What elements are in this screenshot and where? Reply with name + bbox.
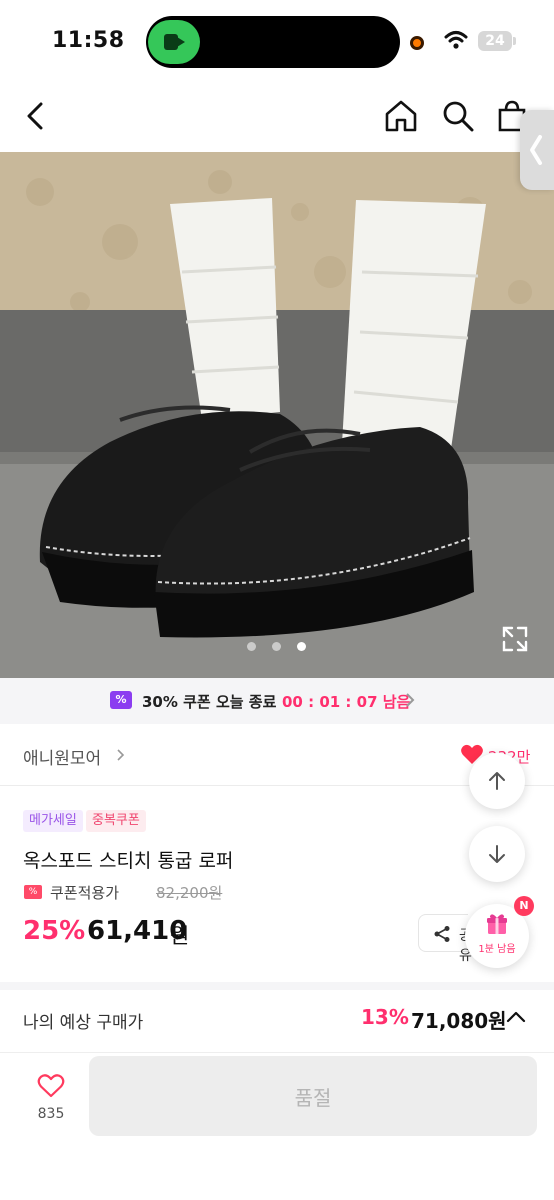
gift-icon bbox=[487, 914, 507, 934]
sale-price-unit: 원 bbox=[170, 924, 190, 948]
scroll-bottom-button[interactable] bbox=[469, 826, 525, 882]
coupon-price-label: 쿠폰적용가 bbox=[50, 884, 120, 902]
wifi-icon bbox=[444, 31, 468, 49]
gift-time-left: 1분 남음 bbox=[478, 944, 516, 955]
battery-icon: 24 bbox=[478, 31, 512, 51]
side-panel-handle[interactable] bbox=[520, 110, 554, 190]
wish-count: 835 bbox=[37, 1106, 65, 1122]
search-icon[interactable] bbox=[440, 98, 476, 134]
product-title: 옥스포드 스티치 통굽 로퍼 bbox=[23, 850, 234, 872]
store-name[interactable]: 애니원모어 bbox=[23, 744, 101, 769]
bottom-bar-separator bbox=[0, 1052, 554, 1053]
coupon-countdown: 00 : 01 : 07 남음 bbox=[282, 693, 411, 711]
coupon-ticket-icon: % bbox=[110, 691, 132, 709]
back-arrow-icon[interactable] bbox=[18, 98, 54, 134]
section-divider bbox=[0, 982, 554, 990]
original-price: 82,200원 bbox=[156, 884, 223, 902]
product-image[interactable] bbox=[0, 152, 554, 678]
new-badge: N bbox=[514, 896, 534, 916]
side-panel-handle-icon bbox=[530, 135, 542, 165]
chevron-right-icon bbox=[117, 749, 125, 761]
share-button[interactable]: 공유 bbox=[418, 914, 472, 964]
share-icon bbox=[434, 926, 450, 942]
gallery-dot[interactable] bbox=[272, 642, 281, 651]
chevron-right-icon bbox=[406, 693, 415, 707]
expand-icon[interactable] bbox=[500, 624, 530, 654]
discount-rate: 25% bbox=[23, 916, 86, 946]
expected-price: 71,080원 bbox=[411, 1009, 507, 1033]
expected-price-label: 나의 예상 구매가 bbox=[23, 1013, 144, 1033]
arrow-up-icon bbox=[489, 772, 505, 790]
duplicate-coupon-badge: 중복쿠폰 bbox=[86, 810, 146, 832]
gallery-pagination bbox=[247, 642, 307, 652]
mega-sale-badge: 메가세일 bbox=[23, 810, 83, 832]
scroll-top-button[interactable] bbox=[469, 753, 525, 809]
soldout-button[interactable]: 품절 bbox=[89, 1056, 537, 1136]
top-nav-bar bbox=[0, 80, 554, 152]
battery-tip bbox=[513, 37, 516, 45]
video-camera-icon bbox=[164, 34, 185, 50]
coupon-banner-text: 30% 쿠폰 오늘 종료 bbox=[142, 693, 277, 711]
coupon-ticket-icon: % bbox=[24, 885, 42, 899]
heart-outline-icon[interactable] bbox=[37, 1073, 65, 1099]
coupon-countdown-banner[interactable]: % 30% 쿠폰 오늘 종료 00 : 01 : 07 남음 bbox=[0, 678, 554, 724]
chevron-up-icon[interactable] bbox=[506, 1010, 526, 1024]
expected-discount: 13% bbox=[361, 1005, 409, 1029]
recording-dot-icon bbox=[410, 36, 424, 50]
home-icon[interactable] bbox=[383, 98, 419, 134]
status-bar: 11:58 24 bbox=[0, 0, 554, 80]
gallery-dot[interactable] bbox=[247, 642, 256, 651]
arrow-down-icon bbox=[489, 845, 505, 863]
status-time: 11:58 bbox=[52, 28, 125, 53]
gallery-dot-active[interactable] bbox=[297, 642, 306, 651]
product-photo-shoes bbox=[0, 152, 554, 678]
